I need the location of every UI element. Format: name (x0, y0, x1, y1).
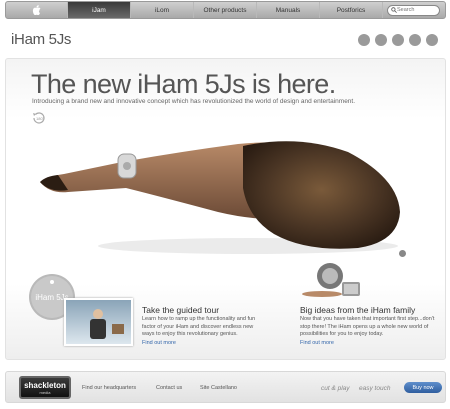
carousel-next-icon[interactable] (399, 250, 406, 257)
footer-link-headquarters[interactable]: Find our headquarters (82, 385, 136, 391)
footer-link-site-castellano[interactable]: Site Castellano (200, 385, 237, 391)
brand-sub: media (39, 390, 51, 395)
rotate-180-icon[interactable]: 180° (31, 110, 47, 131)
circle-icon-2[interactable] (375, 34, 387, 46)
circle-icon-3[interactable] (392, 34, 404, 46)
family-find-out-more-link[interactable]: Find out more (300, 340, 334, 346)
tour-title: Take the guided tour (142, 305, 220, 315)
footer-link-contact[interactable]: Contact us (156, 385, 182, 391)
search-box[interactable] (387, 4, 440, 16)
rotate-label: 180° (36, 116, 45, 121)
page-title: iHam 5Js (11, 31, 72, 48)
apple-logo-icon[interactable] (6, 2, 68, 18)
nav-tab-ilom[interactable]: iLom (131, 2, 194, 18)
nav-tab-ijam[interactable]: iJam (68, 2, 131, 18)
search-area (383, 2, 445, 18)
tour-find-out-more-link[interactable]: Find out more (142, 340, 176, 346)
search-input[interactable] (397, 7, 437, 13)
family-products-image (300, 262, 370, 305)
nav-tab-postforics[interactable]: Postforics (320, 2, 383, 18)
tour-video-thumbnail[interactable] (64, 298, 133, 346)
ham-product-image (38, 138, 408, 263)
buy-now-button[interactable]: Buy now (404, 382, 442, 393)
hero-headline: The new iHam 5Js is here. (31, 69, 336, 99)
nav-tab-other-products[interactable]: Other products (194, 2, 257, 18)
shackleton-logo[interactable]: shackleton media (19, 376, 71, 399)
brand-name: shackleton (24, 381, 66, 390)
family-title: Big ideas from the iHam family (300, 305, 416, 315)
footer: shackleton media Find our headquarters C… (5, 371, 446, 403)
hero-intro: Introducing a brand new and innovative c… (32, 98, 356, 105)
easy-touch-logo: easy touch (359, 385, 391, 392)
circle-icon-1[interactable] (358, 34, 370, 46)
nav-tab-manuals[interactable]: Manuals (257, 2, 320, 18)
family-body: Now that you have taken that important f… (300, 316, 435, 337)
circle-icon-4[interactable] (409, 34, 421, 46)
top-icon-row (358, 34, 438, 46)
top-nav: iJam iLom Other products Manuals Postfor… (5, 1, 446, 19)
cut-and-play-logo: cut & play (321, 385, 350, 392)
circle-icon-5[interactable] (426, 34, 438, 46)
tour-body: Learn how to ramp up the functionality a… (142, 316, 256, 337)
